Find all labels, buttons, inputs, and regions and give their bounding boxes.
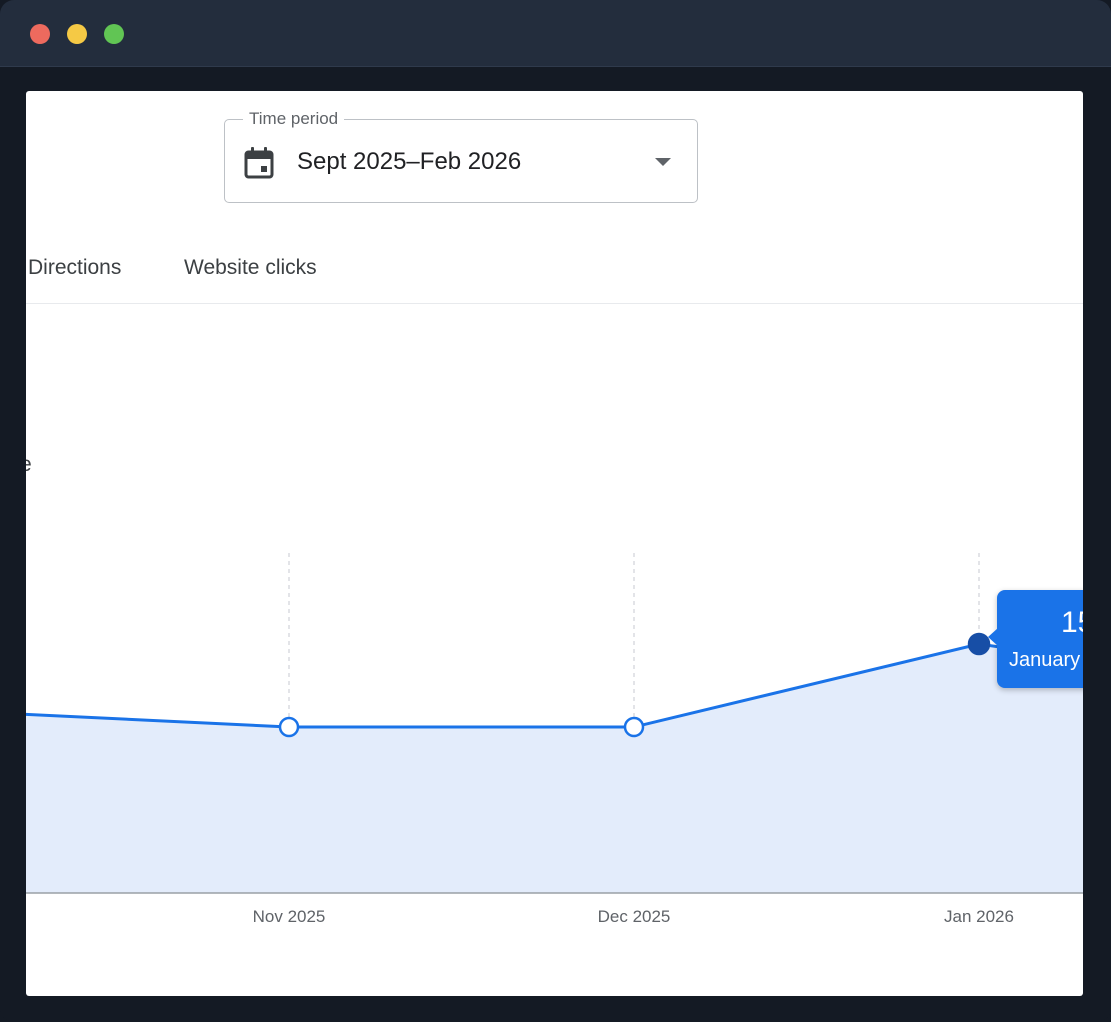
performance-panel: Time period Sept 2025–Feb 2026 Direction… — [26, 91, 1083, 996]
title-bar — [0, 0, 1111, 67]
performance-chart: Nov 2025 Dec 2025 Jan 2026 — [26, 553, 1083, 926]
data-point[interactable] — [278, 716, 300, 738]
data-point-highlighted[interactable] — [967, 632, 991, 656]
x-tick-label: Jan 2026 — [944, 907, 1014, 926]
tooltip-value: 15 — [1061, 606, 1083, 639]
x-tick-label: Dec 2025 — [598, 907, 671, 926]
zoom-window-button[interactable] — [104, 24, 124, 44]
tooltip-arrow — [988, 628, 998, 646]
app-window: Time period Sept 2025–Feb 2026 Direction… — [0, 0, 1111, 1022]
x-tick-label: Nov 2025 — [253, 907, 326, 926]
data-tooltip: 15 January — [988, 590, 1083, 688]
tooltip-date: January — [1009, 649, 1081, 671]
data-point[interactable] — [623, 716, 645, 738]
area-fill — [26, 644, 1083, 893]
minimize-window-button[interactable] — [67, 24, 87, 44]
x-tick-labels: Nov 2025 Dec 2025 Jan 2026 — [253, 907, 1014, 926]
close-window-button[interactable] — [30, 24, 50, 44]
